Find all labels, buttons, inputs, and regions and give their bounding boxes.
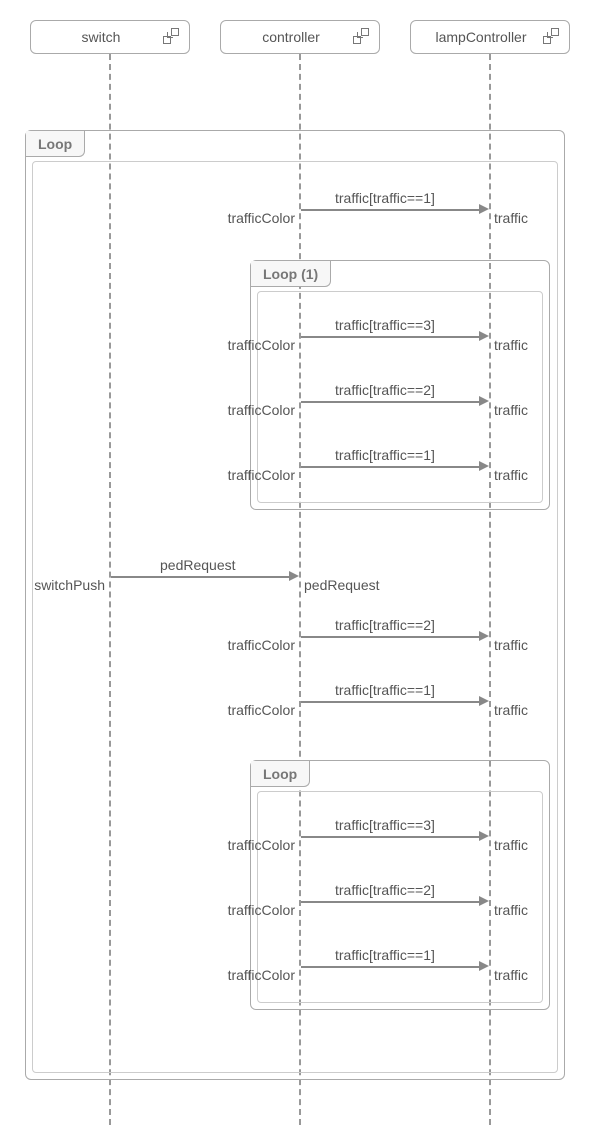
message-recv-label: traffic bbox=[494, 837, 528, 853]
lifeline-lampcontroller[interactable]: lampController bbox=[410, 20, 570, 54]
message-guard-label: traffic[traffic==1] bbox=[335, 447, 435, 463]
message-guard-label: traffic[traffic==1] bbox=[335, 190, 435, 206]
message-guard-label: traffic[traffic==2] bbox=[335, 882, 435, 898]
message-arrow bbox=[301, 401, 479, 403]
fragment-tab: Loop bbox=[251, 761, 310, 787]
lifeline-switch[interactable]: switch bbox=[30, 20, 190, 54]
message-arrow bbox=[301, 836, 479, 838]
message-guard-label: traffic[traffic==3] bbox=[335, 817, 435, 833]
message-guard-label: traffic[traffic==3] bbox=[335, 317, 435, 333]
arrowhead-icon bbox=[479, 204, 489, 214]
message-recv-label: traffic bbox=[494, 210, 528, 226]
message-send-label: trafficColor bbox=[200, 210, 295, 226]
message-guard-label: traffic[traffic==1] bbox=[335, 947, 435, 963]
message-arrow bbox=[301, 209, 479, 211]
arrowhead-icon bbox=[479, 961, 489, 971]
arrowhead-icon bbox=[479, 631, 489, 641]
component-icon bbox=[163, 28, 181, 46]
message-recv-label: traffic bbox=[494, 337, 528, 353]
message-send-label: trafficColor bbox=[200, 337, 295, 353]
message-arrow bbox=[301, 466, 479, 468]
message-send-label: trafficColor bbox=[200, 837, 295, 853]
arrowhead-icon bbox=[479, 831, 489, 841]
message-send-label: trafficColor bbox=[200, 637, 295, 653]
arrowhead-icon bbox=[479, 461, 489, 471]
lifeline-label: lampController bbox=[419, 29, 543, 45]
message-recv-label: traffic bbox=[494, 702, 528, 718]
message-recv-label: traffic bbox=[494, 467, 528, 483]
lifeline-label: controller bbox=[229, 29, 353, 45]
message-recv-label: traffic bbox=[494, 967, 528, 983]
lifeline-controller[interactable]: controller bbox=[220, 20, 380, 54]
message-guard-label: traffic[traffic==2] bbox=[335, 617, 435, 633]
arrowhead-icon bbox=[479, 331, 489, 341]
message-arrow bbox=[301, 636, 479, 638]
lifeline-label: switch bbox=[39, 29, 163, 45]
message-recv-label: traffic bbox=[494, 402, 528, 418]
fragment-title: Loop bbox=[38, 136, 72, 152]
message-arrow bbox=[301, 336, 479, 338]
arrowhead-icon bbox=[289, 571, 299, 581]
message-guard-label: pedRequest bbox=[160, 557, 236, 573]
component-icon bbox=[543, 28, 561, 46]
message-guard-label: traffic[traffic==1] bbox=[335, 682, 435, 698]
message-send-label: trafficColor bbox=[200, 402, 295, 418]
message-send-label: trafficColor bbox=[200, 467, 295, 483]
message-guard-label: traffic[traffic==2] bbox=[335, 382, 435, 398]
fragment-title: Loop (1) bbox=[263, 266, 318, 282]
message-send-label: switchPush bbox=[10, 577, 105, 593]
fragment-tab: Loop bbox=[26, 131, 85, 157]
message-send-label: trafficColor bbox=[200, 967, 295, 983]
message-recv-label: traffic bbox=[494, 902, 528, 918]
component-icon bbox=[353, 28, 371, 46]
message-recv-label: pedRequest bbox=[304, 577, 380, 593]
arrowhead-icon bbox=[479, 396, 489, 406]
arrowhead-icon bbox=[479, 896, 489, 906]
fragment-title: Loop bbox=[263, 766, 297, 782]
message-arrow bbox=[301, 901, 479, 903]
message-send-label: trafficColor bbox=[200, 702, 295, 718]
message-send-label: trafficColor bbox=[200, 902, 295, 918]
message-recv-label: traffic bbox=[494, 637, 528, 653]
message-arrow bbox=[301, 966, 479, 968]
fragment-tab: Loop (1) bbox=[251, 261, 331, 287]
message-arrow bbox=[111, 576, 289, 578]
sequence-diagram: switch controller lampController Loop tr… bbox=[20, 20, 595, 1125]
arrowhead-icon bbox=[479, 696, 489, 706]
message-arrow bbox=[301, 701, 479, 703]
